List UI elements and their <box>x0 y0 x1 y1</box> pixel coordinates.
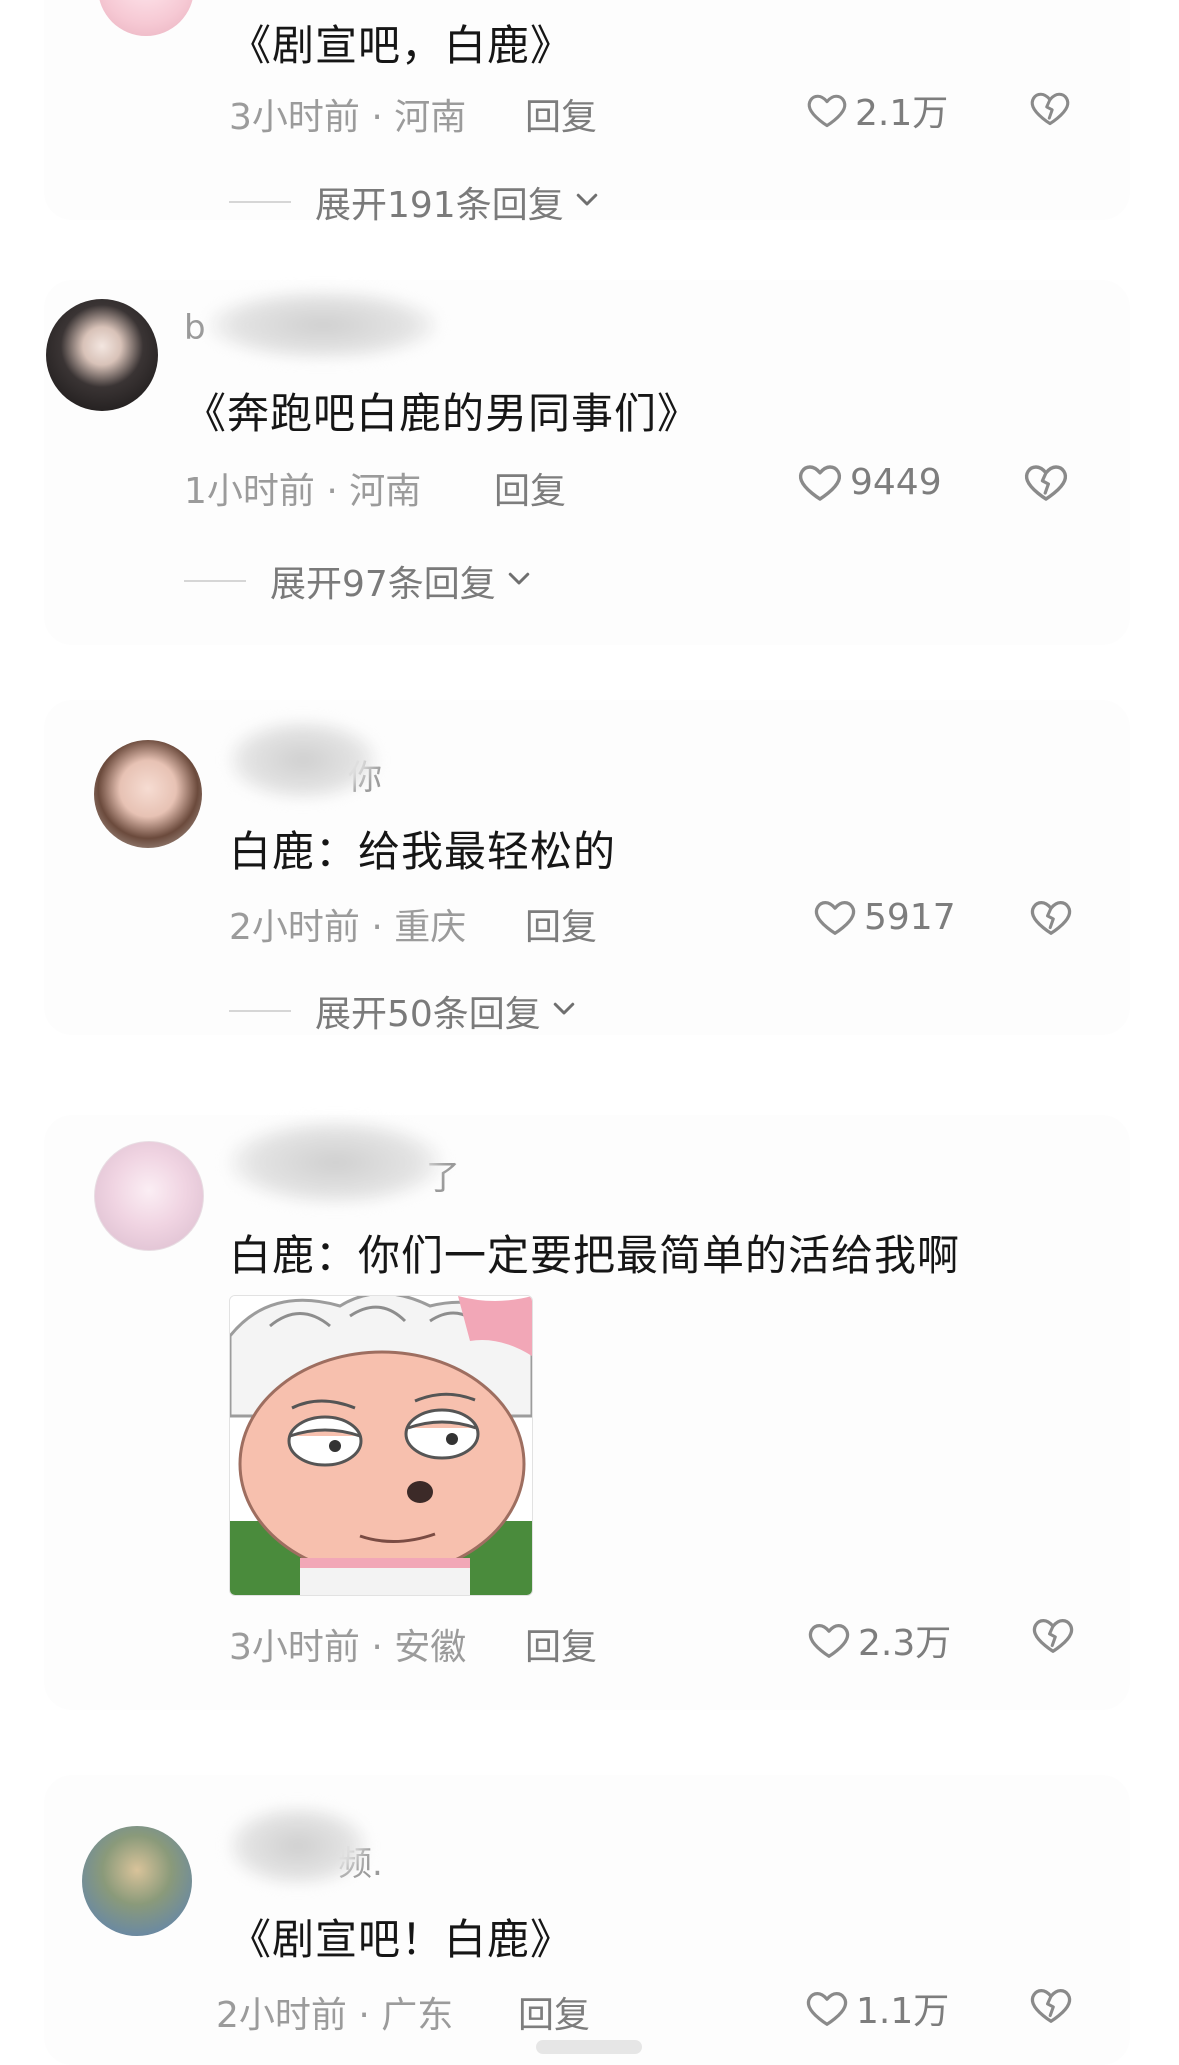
dislike-button[interactable] <box>1028 894 1074 940</box>
comment-time-location: 3小时前 · 河南 <box>229 97 467 138</box>
dislike-button[interactable] <box>1028 86 1072 130</box>
broken-heart-icon <box>1028 894 1074 940</box>
chevron-down-icon <box>496 561 534 602</box>
heart-outline-icon <box>805 88 849 132</box>
comment-text: 《剧宣吧！白鹿》 <box>229 1915 574 1964</box>
expand-label: 展开191条回复 <box>315 185 564 226</box>
comment-time-location: 3小时前 · 安徽 <box>229 1627 467 1668</box>
comment-text: 白鹿：你们一定要把最简单的活给我啊 <box>229 1231 961 1280</box>
like-count: 9449 <box>850 461 942 503</box>
broken-heart-icon <box>1030 1612 1076 1658</box>
expand-replies-button[interactable]: 展开97条回复 <box>184 555 534 607</box>
like-button[interactable]: 1.1万 <box>804 1982 949 2034</box>
dislike-button[interactable] <box>1030 1612 1076 1658</box>
home-indicator[interactable] <box>536 2040 642 2054</box>
comment-time-location: 2小时前 · 广东 <box>216 1995 454 2036</box>
comment-username: b <box>184 308 206 348</box>
comment-text: 《奔跑吧白鹿的男同事们》 <box>184 389 701 438</box>
comment-time-location: 1小时前 · 河南 <box>184 471 422 512</box>
sticker-image[interactable] <box>229 1295 533 1596</box>
reply-button[interactable]: 回复 <box>525 1618 597 1670</box>
avatar[interactable] <box>94 740 202 848</box>
comment-text: 白鹿：给我最轻松的 <box>229 827 617 876</box>
username-blur <box>228 720 378 800</box>
username-blur <box>208 290 438 360</box>
reply-button[interactable]: 回复 <box>494 462 566 514</box>
comment-text: 《剧宣吧，白鹿》 <box>229 21 574 70</box>
avatar[interactable] <box>94 1141 204 1251</box>
divider <box>229 1010 291 1012</box>
divider <box>229 201 291 203</box>
divider <box>184 580 246 582</box>
comment-time-location: 2小时前 · 重庆 <box>229 907 467 948</box>
heart-outline-icon <box>812 894 858 940</box>
chevron-down-icon <box>541 991 579 1032</box>
like-button[interactable]: 9449 <box>796 458 942 506</box>
like-count: 2.3万 <box>858 1623 952 1664</box>
expand-label: 展开50条回复 <box>315 994 541 1035</box>
like-button[interactable]: 2.3万 <box>806 1614 951 1666</box>
reply-button[interactable]: 回复 <box>518 1986 590 2038</box>
reply-button[interactable]: 回复 <box>525 898 597 950</box>
broken-heart-icon <box>1028 86 1072 130</box>
like-count: 5917 <box>864 896 956 938</box>
like-count: 1.1万 <box>856 1991 950 2032</box>
like-button[interactable]: 5917 <box>812 894 956 940</box>
expand-replies-button[interactable]: 展开191条回复 <box>229 176 602 228</box>
cartoon-sheep-sticker <box>230 1296 532 1595</box>
heart-outline-icon <box>806 1617 852 1663</box>
dislike-button[interactable] <box>1022 458 1070 506</box>
broken-heart-icon <box>1028 1982 1074 2028</box>
like-button[interactable]: 2.1万 <box>805 84 948 136</box>
expand-label: 展开97条回复 <box>270 564 496 605</box>
chevron-down-icon <box>564 182 602 223</box>
expand-replies-button[interactable]: 展开50条回复 <box>229 985 579 1037</box>
dislike-button[interactable] <box>1028 1982 1074 2028</box>
avatar[interactable] <box>46 299 158 411</box>
broken-heart-icon <box>1022 458 1070 506</box>
username-blur <box>228 1806 368 1886</box>
heart-outline-icon <box>804 1985 850 2031</box>
username-blur <box>228 1120 443 1205</box>
like-count: 2.1万 <box>855 93 949 134</box>
reply-button[interactable]: 回复 <box>525 88 597 140</box>
avatar[interactable] <box>82 1826 192 1936</box>
heart-outline-icon <box>796 458 844 506</box>
